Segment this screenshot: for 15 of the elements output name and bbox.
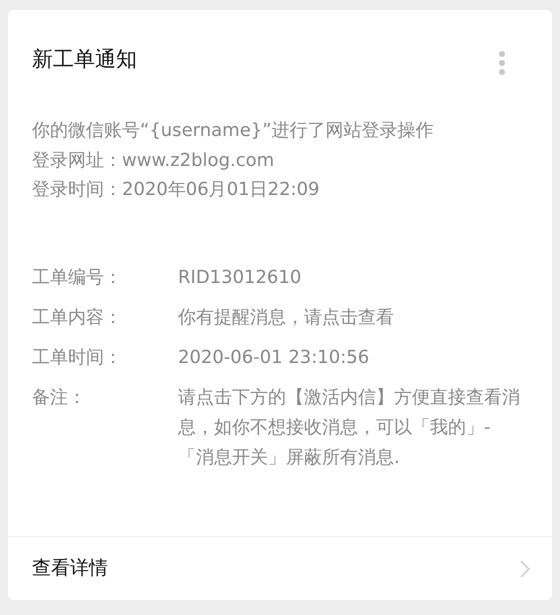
- field-value: RID13012610: [178, 266, 302, 290]
- intro-line: 你的微信账号“{username}”进行了网站登录操作: [32, 119, 435, 143]
- field-value: 2020-06-01 23:10:56: [178, 346, 370, 370]
- intro-line: 登录时间：2020年06月01日22:09: [32, 178, 320, 202]
- field-label: 备注：: [32, 386, 87, 410]
- field-value: 你有提醒消息，请点击查看: [178, 306, 395, 330]
- field-label: 工单时间：: [32, 346, 123, 370]
- card-title: 新工单通知: [32, 46, 137, 73]
- more-menu-icon[interactable]: [498, 50, 506, 76]
- field-value: 请点击下方的【激活内信】方便直接查看消息，如你不想接收消息，可以「我的」-「消息开关」屏蔽所有消息.: [178, 386, 521, 470]
- field-label: 工单内容：: [32, 306, 123, 330]
- chevron-right-icon: [520, 560, 530, 578]
- view-details-link[interactable]: 查看详情: [8, 536, 552, 600]
- intro-line: 登录网址：www.z2blog.com: [32, 148, 276, 172]
- field-label: 工单编号：: [32, 266, 123, 290]
